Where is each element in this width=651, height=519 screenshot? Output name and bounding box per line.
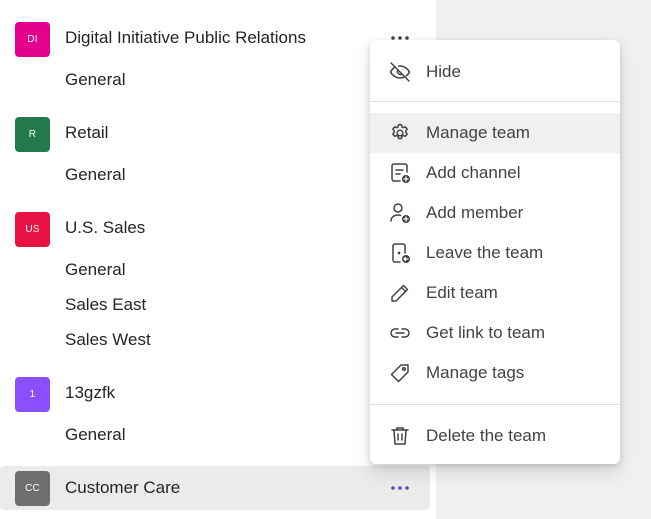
menu-item-add-member[interactable]: Add member — [370, 193, 620, 233]
menu-item-label: Edit team — [426, 283, 498, 302]
leave-icon — [388, 241, 412, 265]
channel-item-sales-west[interactable]: Sales West — [65, 330, 151, 350]
eye-off-icon — [388, 60, 412, 84]
pencil-icon — [388, 281, 412, 305]
channel-item-general[interactable]: General — [65, 260, 125, 280]
menu-item-label: Leave the team — [426, 243, 544, 262]
team-avatar: US — [15, 212, 50, 247]
team-avatar: DI — [15, 22, 50, 57]
menu-item-label: Add channel — [426, 163, 521, 182]
team-avatar: CC — [15, 471, 50, 506]
menu-item-manage-tags[interactable]: Manage tags — [370, 353, 620, 393]
team-row-customer-care[interactable]: CC Customer Care — [0, 466, 430, 510]
team-avatar: 1 — [15, 377, 50, 412]
menu-item-label: Manage team — [426, 123, 530, 142]
team-name: Customer Care — [65, 478, 181, 497]
add-person-icon — [388, 201, 412, 225]
more-horizontal-icon[interactable] — [386, 474, 414, 502]
menu-item-hide[interactable]: Hide — [370, 52, 620, 92]
menu-item-edit-team[interactable]: Edit team — [370, 273, 620, 313]
menu-item-label: Manage tags — [426, 363, 525, 382]
channel-item-general[interactable]: General — [65, 425, 125, 445]
menu-item-label: Delete the team — [426, 426, 547, 445]
team-name: 13gzfk — [65, 383, 116, 402]
menu-item-label: Hide — [426, 62, 461, 81]
channel-item-general[interactable]: General — [65, 165, 125, 185]
team-avatar: R — [15, 117, 50, 152]
menu-item-delete-the-team[interactable]: Delete the team — [370, 416, 620, 456]
add-channel-icon — [388, 161, 412, 185]
team-name: Retail — [65, 123, 109, 142]
channel-item-sales-east[interactable]: Sales East — [65, 295, 146, 315]
menu-item-add-channel[interactable]: Add channel — [370, 153, 620, 193]
team-name: Digital Initiative Public Relations — [65, 28, 306, 47]
menu-item-leave-the-team[interactable]: Leave the team — [370, 233, 620, 273]
tag-icon — [388, 361, 412, 385]
team-name: U.S. Sales — [65, 218, 146, 237]
menu-item-get-link-to-team[interactable]: Get link to team — [370, 313, 620, 353]
gear-icon — [388, 121, 412, 145]
channel-item-general[interactable]: General — [65, 70, 125, 90]
team-context-menu: Hide Manage team Add channel Add member … — [370, 40, 620, 464]
trash-icon — [388, 424, 412, 448]
link-icon — [388, 321, 412, 345]
menu-divider — [370, 404, 620, 405]
menu-item-label: Add member — [426, 203, 524, 222]
menu-item-manage-team[interactable]: Manage team — [370, 113, 620, 153]
menu-divider — [370, 101, 620, 102]
menu-item-label: Get link to team — [426, 323, 546, 342]
